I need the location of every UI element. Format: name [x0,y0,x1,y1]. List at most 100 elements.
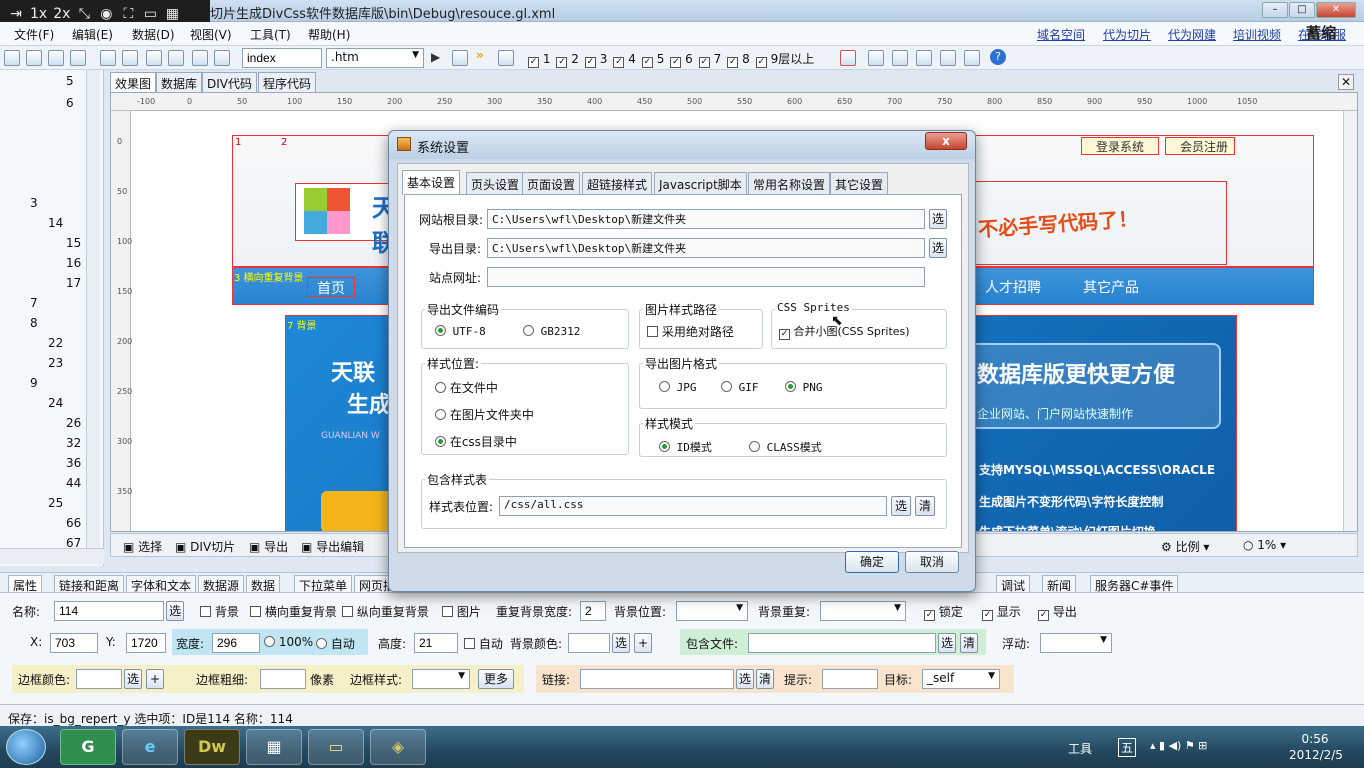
tool-icon-2[interactable] [892,50,908,66]
menu-data[interactable]: 数据(D) [132,26,175,43]
ok-button[interactable]: 确定 [845,551,899,573]
zoom-2x-button[interactable]: 2x [53,6,70,22]
level-checkbox-5[interactable]: ✓ 5 [641,52,664,68]
forward-icon[interactable]: » [476,48,484,62]
menu-help[interactable]: 帮助(H) [308,26,350,43]
folder-icon[interactable] [498,50,514,66]
style-in-css-dir-radio[interactable]: 在css目录中 [435,433,517,450]
menu-file[interactable]: 文件(F) [14,26,54,43]
border-width-input[interactable] [260,669,306,689]
format-jpg-radio[interactable]: JPG [659,381,697,394]
prop-tab-0[interactable]: 属性 [8,575,43,593]
tool-icon-1[interactable] [868,50,884,66]
border-color-plus-button[interactable]: + [146,669,164,689]
select-tool[interactable]: ▣ 选择 [123,538,162,555]
prop-tab-2[interactable]: 字体和文本 [126,575,197,593]
export-edit-tool[interactable]: ▣ 导出编辑 [301,538,364,555]
site-url-input[interactable] [487,267,925,287]
zoom-1x-button[interactable]: 1x [30,6,47,22]
settings-icon[interactable]: ▦ [164,6,180,22]
frame-icon[interactable] [840,50,856,66]
tab-program-code[interactable]: 程序代码 [258,72,317,92]
tree-node[interactable]: 14 [48,216,63,230]
css-position-clear-button[interactable]: 清 [915,496,935,516]
close-doc-icon[interactable]: ✕ [1338,74,1354,90]
pin-icon[interactable]: ⇥ [8,6,24,22]
tool-icon-4[interactable] [940,50,956,66]
show-checkbox[interactable]: ✓ 显示 [982,603,1021,621]
link-choose-button[interactable]: 选 [736,669,754,689]
bg-pos-select[interactable]: ▼ [676,601,748,621]
export-dir-input[interactable]: C:\Users\wfl\Desktop\新建文件夹 [487,238,925,258]
x-input[interactable] [50,633,98,653]
slogan-box[interactable]: 不必手写代码了！ [969,181,1227,265]
dialog-tab-3[interactable]: 超链接样式 [582,172,653,194]
prop-tab-9[interactable]: 服务器C#事件 [1090,575,1179,593]
minimize-button[interactable]: – [1262,2,1288,18]
tip-input[interactable] [822,669,878,689]
nav-home[interactable]: 首页 [307,277,355,297]
close-button[interactable]: ✕ [1316,2,1356,18]
taskbar-dreamweaver-icon[interactable]: Dw [184,729,240,765]
tree-node[interactable]: 22 [48,336,63,350]
page-name-input[interactable] [242,48,322,68]
taskbar-app-g[interactable]: G [60,729,116,765]
repeat-width-input[interactable] [580,601,606,621]
tree-node[interactable]: 36 [66,456,81,470]
more-button[interactable]: 更多 [478,669,514,689]
width-100-radio[interactable]: 100% [264,635,313,649]
div-slice-tool[interactable]: ▣ DIV切片 [175,538,235,555]
layout-icon[interactable] [146,50,162,66]
tree-node[interactable]: 66 [66,516,81,530]
absolute-path-checkbox[interactable]: 采用绝对路径 [647,323,734,340]
tree-node[interactable]: 24 [48,396,63,410]
tree-node[interactable]: 6 [66,96,74,110]
tree-hscrollbar[interactable] [0,548,104,564]
ime-icon[interactable]: 五 [1118,738,1137,757]
dialog-tab-1[interactable]: 页头设置 [466,172,525,194]
help-icon[interactable]: ? [990,49,1006,65]
include-input[interactable] [748,633,936,653]
fullscreen-icon[interactable]: ⛶ [120,6,136,22]
mode-id-radio[interactable]: ID模式 [659,439,712,455]
taskbar-app-icon[interactable]: ◈ [370,729,426,765]
level-checkbox-8[interactable]: ✓ 8 [727,52,750,68]
tree-node[interactable]: 25 [48,496,63,510]
link-input[interactable] [580,669,734,689]
level-checkbox-9[interactable]: ✓ 9层以上 [755,52,814,68]
zoom-percent[interactable]: ○ 1% ▾ [1243,538,1286,552]
level-checkbox-6[interactable]: ✓ 6 [670,52,693,68]
export-tool[interactable]: ▣ 导出 [249,538,288,555]
name-input[interactable] [54,601,164,621]
nav-jobs[interactable]: 人才招聘 [985,277,1041,297]
level-checkbox-4[interactable]: ✓ 4 [613,52,636,68]
dialog-tab-4[interactable]: Javascript脚本 [654,172,747,194]
screen-icon[interactable]: ▭ [142,6,158,22]
width-auto-radio[interactable]: 自动 [316,635,355,652]
grid-icon[interactable] [192,50,208,66]
tree-node[interactable]: 3 [30,196,38,210]
tray-icons[interactable]: ▴ ▮ ◀) ⚑ ⊞ [1150,739,1207,752]
export-dir-browse-button[interactable]: 选 [929,238,947,258]
table-icon[interactable] [168,50,184,66]
start-button[interactable] [6,729,46,765]
float-select[interactable]: ▼ [1040,633,1112,653]
register-link[interactable]: 会员注册 [1165,137,1235,155]
tree-node[interactable]: 5 [66,74,74,88]
tree-node[interactable]: 23 [48,356,63,370]
dialog-tab-2[interactable]: 页面设置 [522,172,581,194]
open-folder-icon[interactable] [4,50,20,66]
new-file-icon[interactable] [26,50,42,66]
link-slicing-service[interactable]: 代为切片 [1103,26,1151,43]
tree-node[interactable]: 44 [66,476,81,490]
prop-tab-1[interactable]: 链接和距离 [54,575,125,593]
border-style-select[interactable]: ▼ [412,669,470,689]
format-png-radio[interactable]: PNG [785,381,823,394]
css-position-input[interactable]: /css/all.css [499,496,887,516]
canvas-scrollbar[interactable] [1343,111,1357,531]
cancel-button[interactable]: 取消 [905,551,959,573]
tree-node[interactable]: 8 [30,316,38,330]
bgcolor-choose-button[interactable]: 选 [612,633,630,653]
link-web-building[interactable]: 代为网建 [1168,26,1216,43]
prop-tab-5[interactable]: 下拉菜单 [294,575,353,593]
